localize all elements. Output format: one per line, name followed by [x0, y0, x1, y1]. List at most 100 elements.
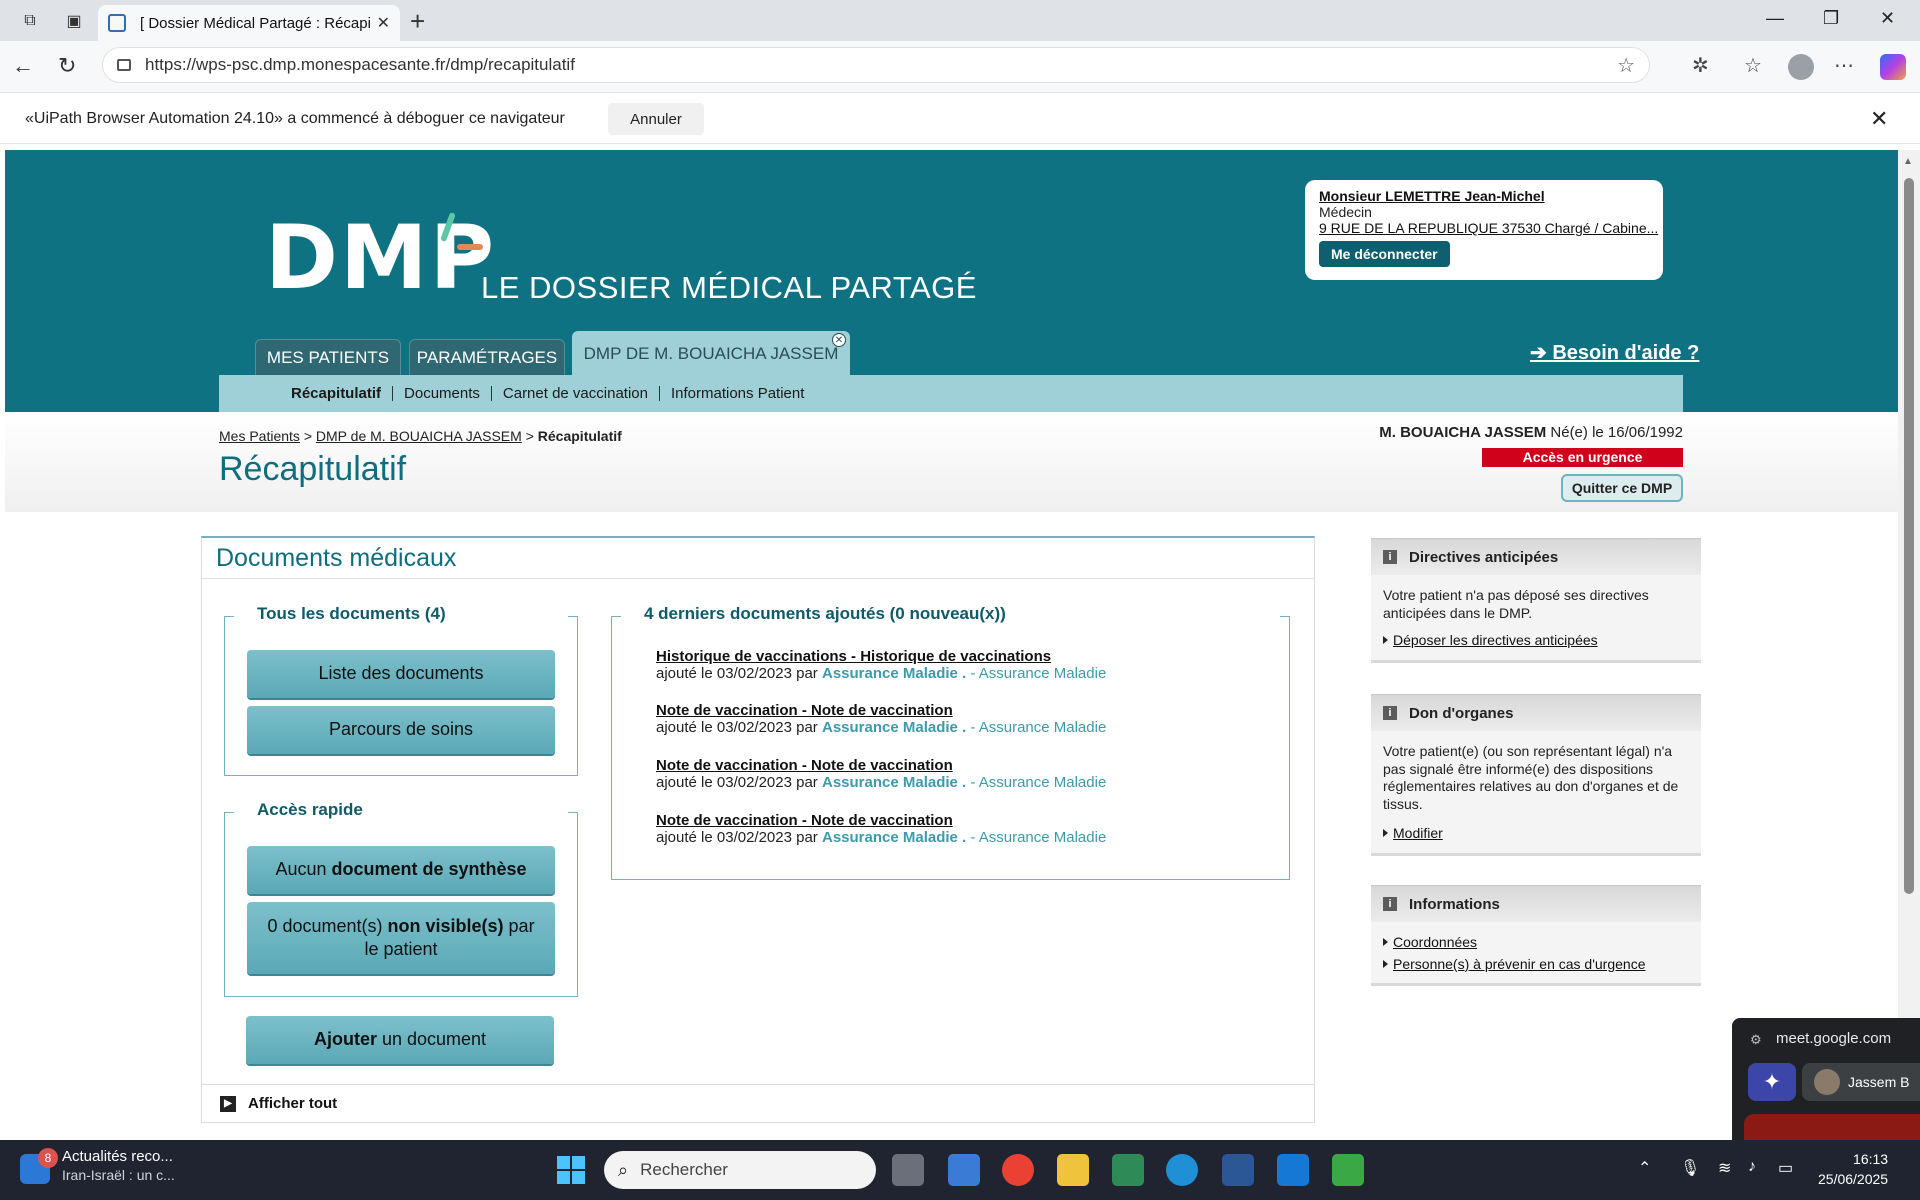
hidden-icons-chevron-icon[interactable]: ⌃: [1638, 1158, 1651, 1178]
profile-avatar-icon[interactable]: [1788, 54, 1814, 80]
app-icon[interactable]: [1112, 1154, 1144, 1186]
tab-mes-patients[interactable]: MES PATIENTS: [255, 339, 401, 375]
organ-donation-text: Votre patient(e) (ou son représentant lé…: [1383, 743, 1679, 812]
browser-tab-bar: ⧉ ▣ [ Dossier Médical Partagé : Récapitu…: [0, 0, 1920, 41]
user-name-link[interactable]: Monsieur LEMETTRE Jean-Michel: [1319, 188, 1649, 204]
recent-document-author: Assurance Maladie .: [821, 719, 967, 736]
vertical-tabs-icon[interactable]: ▣: [62, 9, 86, 33]
word-icon[interactable]: [1222, 1154, 1254, 1186]
app-s-icon[interactable]: [1277, 1154, 1309, 1186]
scroll-up-icon[interactable]: ▲: [1903, 156, 1913, 167]
user-address-link[interactable]: 9 RUE DE LA REPUBLIQUE 37530 Chargé / Ca…: [1319, 220, 1658, 236]
breadcrumb-dmp-patient[interactable]: DMP de M. BOUAICHA JASSEM: [316, 428, 522, 444]
favorites-icon[interactable]: ☆: [1744, 53, 1762, 78]
patient-born-label: Né(e) le: [1550, 424, 1604, 441]
deposit-directives-link[interactable]: Déposer les directives anticipées: [1383, 632, 1689, 650]
synthesis-document-button[interactable]: Aucun document de synthèse: [247, 846, 555, 894]
informations-panel: i Informations Coordonnées Personne(s) à …: [1371, 885, 1701, 986]
battery-icon[interactable]: ▭: [1778, 1158, 1793, 1178]
dmp-logo[interactable]: DMP: [265, 214, 496, 302]
news-subline: Iran-Israël : un c...: [62, 1167, 175, 1183]
favorite-star-icon[interactable]: ☆: [1617, 53, 1635, 78]
recent-document-meta: ajouté le 03/02/2023 par: [656, 774, 818, 791]
emergency-contacts-link[interactable]: Personne(s) à prévenir en cas d'urgence: [1383, 956, 1689, 974]
scrollbar-thumb[interactable]: [1904, 178, 1914, 894]
infobar-close-icon[interactable]: ✕: [1870, 106, 1888, 132]
organ-donation-modify-link[interactable]: Modifier: [1383, 825, 1689, 843]
meet-floating-window[interactable]: ⚙ meet.google.com ✦ Jassem B: [1732, 1018, 1920, 1140]
logo-accent-mark: [457, 244, 483, 250]
recent-document-author: Assurance Maladie .: [821, 829, 967, 846]
wifi-icon[interactable]: ≋: [1718, 1158, 1731, 1178]
coordinates-link[interactable]: Coordonnées: [1383, 934, 1689, 952]
extensions-icon[interactable]: ✲: [1692, 53, 1709, 78]
site-info-icon[interactable]: [117, 59, 131, 71]
subnav-informations-patient[interactable]: Informations Patient: [658, 386, 815, 401]
network-app-icon[interactable]: [948, 1154, 980, 1186]
task-view-icon[interactable]: [892, 1154, 924, 1186]
subnav-recapitulatif[interactable]: Récapitulatif: [291, 386, 392, 401]
help-link[interactable]: ➔ Besoin d'aide ?: [1530, 340, 1699, 365]
recent-document-meta: ajouté le 03/02/2023 par: [656, 665, 818, 682]
meet-muted-bar[interactable]: [1744, 1114, 1920, 1140]
copilot-icon[interactable]: [1880, 54, 1906, 80]
windows-start-icon[interactable]: [557, 1156, 585, 1184]
gemini-sparkle-icon[interactable]: ✦: [1748, 1063, 1796, 1101]
care-pathway-button[interactable]: Parcours de soins: [247, 706, 555, 754]
subnav-documents[interactable]: Documents: [392, 386, 491, 401]
tab-dmp-patient[interactable]: DMP DE M. BOUAICHA JASSEM ✕: [572, 331, 850, 375]
edge-icon[interactable]: [1166, 1154, 1198, 1186]
tab-parametrages[interactable]: PARAMÉTRAGES: [409, 339, 565, 375]
maximize-icon[interactable]: ❐: [1823, 8, 1839, 29]
info-icon: i: [1383, 706, 1397, 720]
tab-dmp-patient-label: DMP DE M. BOUAICHA JASSEM: [583, 343, 839, 363]
synthesis-bold: document de synthèse: [331, 859, 527, 880]
recent-document-link[interactable]: Historique de vaccinations - Historique …: [656, 648, 1106, 665]
system-clock[interactable]: 16:13 25/06/2025: [1818, 1149, 1888, 1189]
meet-settings-icon[interactable]: ⚙: [1750, 1032, 1762, 1048]
reload-icon[interactable]: ↻: [58, 53, 76, 79]
medical-documents-panel: Documents médicaux Tous les documents (4…: [201, 536, 1315, 1122]
workspaces-icon[interactable]: ⧉: [18, 9, 42, 33]
quit-dmp-button[interactable]: Quitter ce DMP: [1561, 474, 1683, 502]
url-field[interactable]: https://wps-psc.dmp.monespacesante.fr/dm…: [102, 47, 1650, 83]
document-list-button[interactable]: Liste des documents: [247, 650, 555, 698]
breadcrumb-mes-patients[interactable]: Mes Patients: [219, 428, 300, 444]
recent-document-link[interactable]: Note de vaccination - Note de vaccinatio…: [656, 702, 1106, 719]
more-options-icon[interactable]: ⋯: [1834, 53, 1854, 78]
tab-close-icon[interactable]: ✕: [377, 13, 390, 33]
news-widget[interactable]: 8 Actualités reco... Iran-Israël : un c.…: [20, 1148, 175, 1184]
subnav-carnet-vaccination[interactable]: Carnet de vaccination: [490, 386, 659, 401]
show-all-toggle[interactable]: ▶ Afficher tout: [202, 1084, 1314, 1122]
recent-document-item: Note de vaccination - Note de vaccinatio…: [656, 757, 1106, 791]
volume-icon[interactable]: ♪: [1748, 1158, 1756, 1176]
file-explorer-icon[interactable]: [1057, 1154, 1089, 1186]
microphone-icon[interactable]: 🎙: [1680, 1158, 1700, 1178]
browser-tab-active[interactable]: [ Dossier Médical Partagé : Récapitulati…: [98, 5, 400, 41]
window-close-icon[interactable]: ✕: [1880, 8, 1895, 29]
breadcrumb-separator: >: [303, 428, 313, 444]
organ-donation-panel: i Don d'organes Votre patient(e) (ou son …: [1371, 694, 1701, 856]
back-arrow-icon[interactable]: ←: [12, 53, 34, 79]
infobar-cancel-button[interactable]: Annuler: [608, 103, 704, 135]
chrome-icon[interactable]: [1002, 1154, 1034, 1186]
minimize-icon[interactable]: —: [1766, 8, 1784, 29]
recent-document-link[interactable]: Note de vaccination - Note de vaccinatio…: [656, 757, 1106, 774]
recent-document-item: Note de vaccination - Note de vaccinatio…: [656, 702, 1106, 736]
hidden-documents-button[interactable]: 0 document(s) non visible(s) par le pati…: [247, 902, 555, 974]
close-tab-icon[interactable]: ✕: [832, 333, 846, 347]
all-documents-title: Tous les documents (4): [251, 604, 452, 624]
new-tab-icon[interactable]: +: [410, 6, 425, 37]
logout-button[interactable]: Me déconnecter: [1319, 241, 1450, 267]
recent-documents-title: 4 derniers documents ajoutés (0 nouveau(…: [638, 604, 1012, 624]
meet-url: meet.google.com: [1776, 1030, 1892, 1047]
news-headline: Actualités reco...: [62, 1148, 173, 1165]
taskbar-search[interactable]: ⌕ Rechercher: [604, 1151, 876, 1189]
add-document-button[interactable]: Ajouter un document: [246, 1016, 554, 1064]
page-scrollbar[interactable]: ▲: [1898, 150, 1920, 1135]
meet-participant[interactable]: Jassem B: [1802, 1063, 1920, 1101]
recent-document-meta: ajouté le 03/02/2023 par: [656, 829, 818, 846]
recent-document-link[interactable]: Note de vaccination - Note de vaccinatio…: [656, 812, 1106, 829]
app-play-icon[interactable]: [1332, 1154, 1364, 1186]
recent-document-org: - Assurance Maladie: [970, 774, 1107, 791]
